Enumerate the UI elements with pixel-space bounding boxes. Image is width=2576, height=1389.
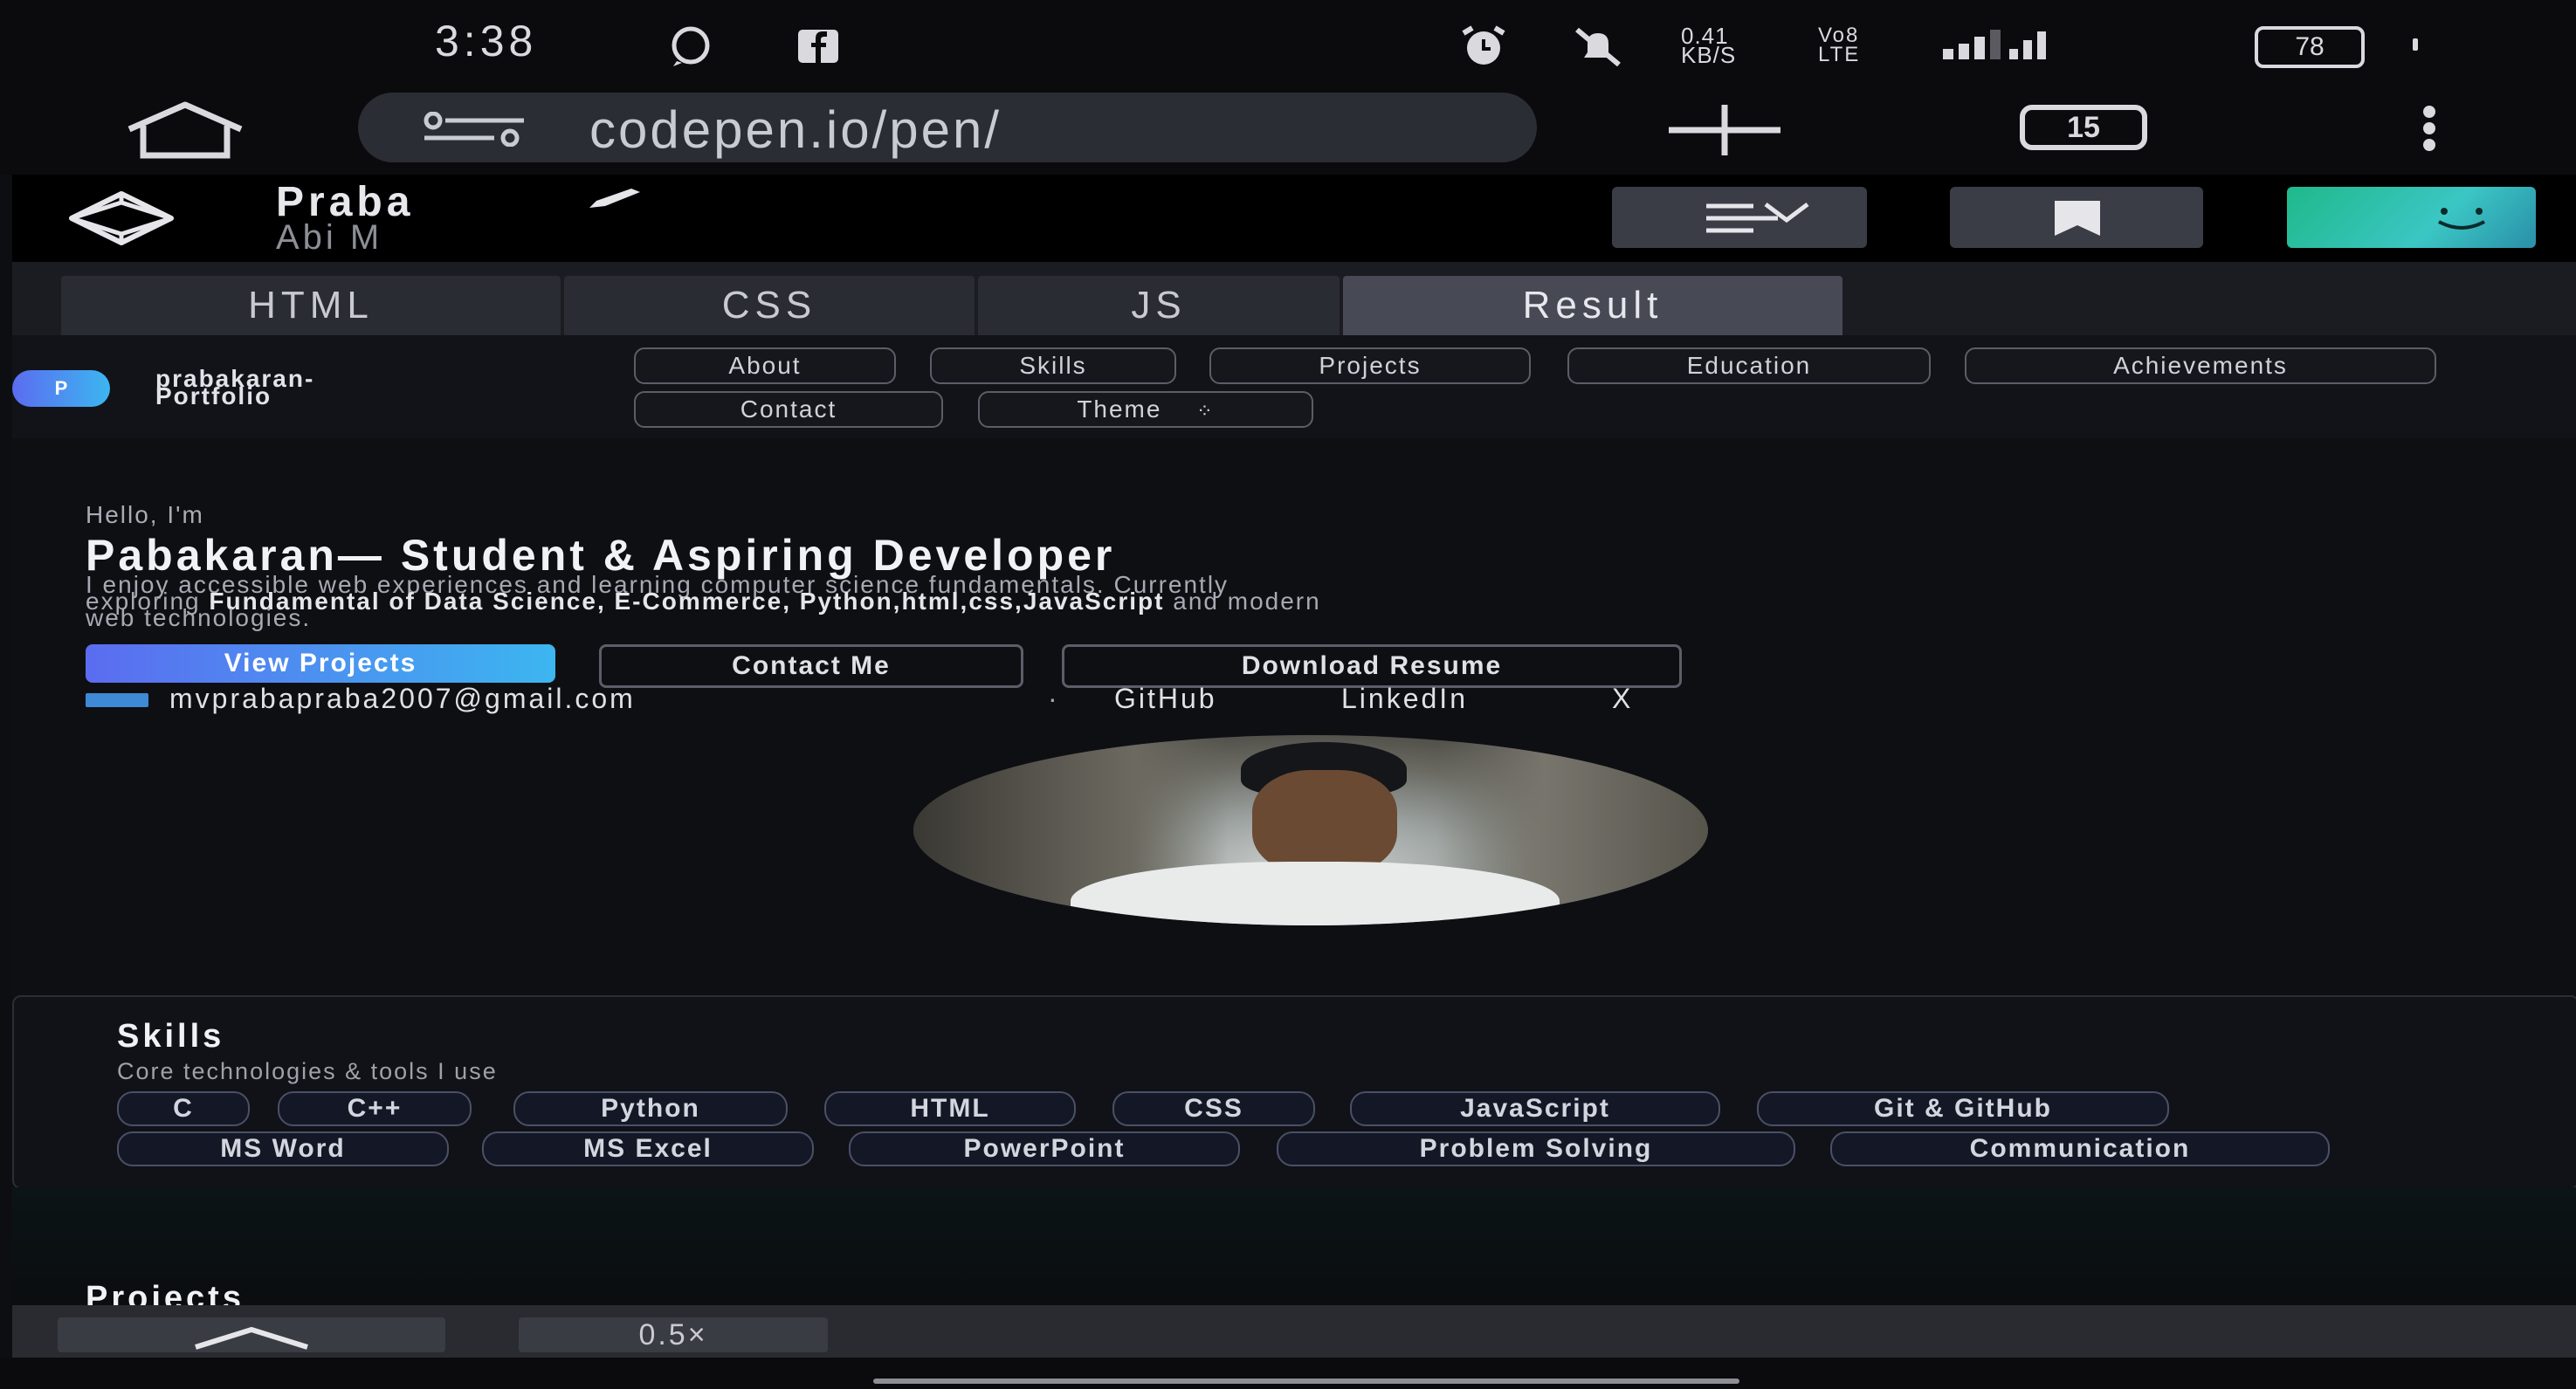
email-icon [86, 693, 148, 707]
skill-chip: HTML [824, 1091, 1076, 1126]
pen-author[interactable]: Abi M [276, 218, 382, 258]
user-avatar-button[interactable] [2287, 187, 2536, 248]
skill-chip: MS Excel [482, 1131, 814, 1166]
home-indicator[interactable] [873, 1379, 1739, 1384]
portfolio-navbar: P prabakaran- Portfolio About Skills Pro… [12, 335, 2576, 440]
nav-education[interactable]: Education [1567, 347, 1931, 384]
status-time: 3:38 [435, 17, 538, 65]
tab-result[interactable]: Result [1343, 276, 1842, 335]
skill-chip: Git & GitHub [1757, 1091, 2169, 1126]
codepen-logo-icon[interactable] [66, 190, 176, 246]
skill-chip: JavaScript [1350, 1091, 1720, 1126]
whatsapp-icon [672, 26, 710, 66]
nav-contact[interactable]: Contact [634, 391, 943, 428]
linkedin-link[interactable]: LinkedIn [1341, 683, 1468, 715]
brand-initial: P [54, 377, 68, 399]
nav-about[interactable]: About [634, 347, 896, 384]
collapse-editor-button[interactable] [58, 1317, 445, 1352]
greeting-text: Hello, I'm [86, 501, 204, 528]
codepen-bottom-bar: 0.5× [12, 1305, 2576, 1358]
intro-line-2-post: and modern [1164, 588, 1321, 615]
chevron-up-icon [195, 1327, 308, 1350]
battery-tip [2413, 38, 2418, 51]
tabs-icon[interactable]: 15 [2020, 105, 2147, 150]
photo-shirt [1071, 862, 1560, 925]
alarm-icon [1462, 25, 1505, 65]
editor-tabs: HTML CSS JS Result [12, 262, 2576, 335]
layout-icon [1706, 203, 1809, 233]
x-link[interactable]: X [1612, 683, 1633, 715]
codepen-header: Praba Abi M [12, 175, 2576, 262]
intro-line-2: exploring Fundamental of Data Science, E… [86, 589, 2566, 614]
hero-intro: I enjoy accessible web experiences and l… [86, 573, 2566, 630]
edit-pencil-icon[interactable] [584, 185, 645, 211]
nav-projects[interactable]: Projects [1209, 347, 1531, 384]
mute-icon [1575, 27, 1621, 66]
address-bar[interactable]: codepen.io/pen/ [358, 93, 1537, 162]
battery-level: 78 [2295, 32, 2325, 61]
skills-subtitle: Core technologies & tools I use [117, 1058, 498, 1084]
theme-sparkle-icon: ⁘ [1196, 400, 1215, 422]
projects-section: Projects [12, 1187, 2576, 1317]
signal-icon [1943, 30, 2046, 59]
battery-icon: 78 [2255, 26, 2365, 68]
tab-count: 15 [2067, 111, 2100, 144]
tab-css[interactable]: CSS [564, 276, 975, 335]
view-projects-button[interactable]: View Projects [86, 644, 555, 683]
hero-section: Hello, I'm Pabakaran— Student & Aspiring… [12, 438, 2576, 997]
facebook-icon [798, 30, 838, 63]
skill-chip: CSS [1112, 1091, 1315, 1126]
nav-achievements[interactable]: Achievements [1965, 347, 2436, 384]
url-text: codepen.io/pen/ [589, 100, 1002, 159]
skill-chip: Python [513, 1091, 788, 1126]
skill-chip: Communication [1830, 1131, 2330, 1166]
link-separator: · [1048, 683, 1057, 714]
skill-chip: C [117, 1091, 250, 1126]
email-link[interactable]: mvprabapraba2007@gmail.com [169, 683, 636, 715]
home-icon[interactable] [115, 100, 255, 161]
intro-highlight: Fundamental of Data Science, E-Commerce,… [209, 588, 1165, 615]
status-bar: 3:38 0.41 KB/S Vo8 LTE 78 [0, 0, 2576, 87]
browser-toolbar: codepen.io/pen/ 15 [0, 87, 2576, 175]
bookmark-icon [2055, 201, 2100, 236]
tab-js[interactable]: JS [978, 276, 1340, 335]
skill-chip: PowerPoint [849, 1131, 1240, 1166]
bookmark-button[interactable] [1950, 187, 2203, 248]
nav-theme-label: Theme [1077, 395, 1162, 423]
network-speed: 0.41 KB/S [1681, 23, 1737, 68]
gesture-area [0, 1358, 2576, 1389]
brand-name-line2[interactable]: Portfolio [155, 384, 272, 409]
zoom-level: 0.5× [638, 1318, 708, 1351]
menu-icon[interactable] [2412, 105, 2447, 157]
skill-chip: MS Word [117, 1131, 449, 1166]
download-resume-button[interactable]: Download Resume [1062, 644, 1682, 688]
github-link[interactable]: GitHub [1114, 683, 1217, 715]
profile-photo [913, 735, 1708, 925]
volte-label: Vo8 LTE [1818, 24, 1861, 66]
zoom-button[interactable]: 0.5× [519, 1317, 828, 1352]
nav-theme[interactable]: Theme ⁘ [978, 391, 1313, 428]
photo-face [1252, 770, 1397, 875]
contact-me-button[interactable]: Contact Me [599, 644, 1023, 688]
skill-chip: Problem Solving [1277, 1131, 1795, 1166]
skill-chip: C++ [278, 1091, 472, 1126]
smiley-icon [2438, 208, 2485, 230]
new-tab-icon[interactable] [1663, 100, 1786, 161]
skills-title: Skills [117, 1018, 225, 1055]
site-settings-icon[interactable] [419, 112, 533, 147]
brand-logo[interactable]: P [12, 370, 110, 407]
tab-html[interactable]: HTML [61, 276, 561, 335]
skills-section: Skills Core technologies & tools I use C… [12, 995, 2576, 1189]
change-view-button[interactable] [1612, 187, 1867, 248]
nav-skills[interactable]: Skills [930, 347, 1176, 384]
